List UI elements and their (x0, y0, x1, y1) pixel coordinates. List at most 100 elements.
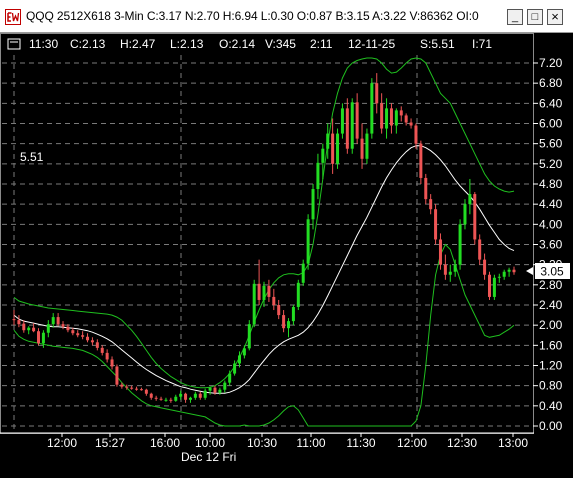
info-bar-time: 2:11 (310, 37, 333, 51)
info-open: O:2.14 (219, 37, 255, 51)
candle (424, 173, 428, 205)
candle (512, 266, 516, 275)
last-price-marker: 3.05 (526, 263, 570, 279)
candle (277, 299, 281, 320)
candle-body (218, 389, 222, 393)
candle (399, 106, 403, 122)
maximize-button[interactable]: □ (527, 9, 543, 25)
candle-body (100, 347, 104, 353)
candle (76, 330, 80, 338)
candle-body (213, 387, 217, 393)
candle-body (385, 108, 389, 129)
candle-body (27, 327, 31, 331)
candle (272, 288, 276, 311)
candle-body (17, 320, 21, 325)
candle-body (262, 285, 266, 300)
candle-body (12, 319, 16, 321)
candle (208, 386, 212, 395)
info-high: H:2.47 (120, 37, 156, 51)
candle (37, 328, 41, 346)
x-tick-label: 11:00 (296, 436, 325, 450)
candle (115, 364, 119, 387)
y-tick-label: 4.80 (539, 177, 563, 191)
candle-body (174, 396, 178, 401)
close-button[interactable]: × (547, 9, 563, 25)
candle (311, 184, 315, 230)
candle-body (389, 108, 393, 126)
y-tick-label: 6.40 (539, 96, 563, 110)
plot-border (0, 33, 534, 434)
candle-body (394, 110, 398, 126)
candles (12, 73, 516, 403)
candle (233, 360, 237, 376)
cursor-price-label: 5.51 (20, 150, 44, 164)
candle-body (110, 359, 114, 367)
candle-body (473, 194, 477, 240)
candle (17, 315, 21, 328)
candle-body (434, 209, 438, 240)
info-bar: 11:30 C:2.13 H:2.47 L:2.13 O:2.14 V:345 … (7, 37, 492, 51)
price-chart[interactable]: 11:30 C:2.13 H:2.47 L:2.13 O:2.14 V:345 … (0, 33, 573, 473)
candle (184, 392, 188, 403)
candle-body (468, 194, 472, 205)
candle (291, 305, 295, 326)
candle-body (336, 133, 340, 164)
candle-body (164, 399, 168, 401)
chart-area[interactable]: 11:30 C:2.13 H:2.47 L:2.13 O:2.14 V:345 … (0, 33, 573, 473)
candle (110, 356, 114, 370)
x-tick-label: 12:00 (47, 436, 77, 450)
info-strike: S:5.51 (420, 37, 455, 51)
candle (32, 323, 36, 333)
y-tick-label: 6.80 (539, 76, 563, 90)
candle-body (272, 296, 276, 305)
candle (336, 128, 340, 169)
candle-body (247, 324, 251, 349)
candle (370, 78, 374, 139)
x-date-label: Dec 12 Fri (181, 450, 236, 464)
y-tick-label: 0.00 (539, 419, 563, 433)
candle-body (296, 282, 300, 308)
title-bar[interactable]: QQQ 2512X618 3-Min C:3.17 N:2.70 H:6.94 … (0, 0, 573, 33)
candle-body (287, 321, 291, 329)
candle-body (350, 102, 354, 149)
x-tick-label: 11:30 (346, 436, 375, 450)
minimize-button[interactable]: _ (507, 9, 523, 25)
candle-body (120, 384, 124, 387)
candle (414, 123, 418, 149)
candle-body (139, 389, 143, 391)
last-price-arrow-icon (526, 267, 533, 275)
candle (502, 269, 506, 280)
candle (497, 273, 501, 283)
candle (385, 98, 389, 139)
candle (296, 279, 300, 311)
info-index: I:71 (472, 37, 492, 51)
candle-body (340, 108, 344, 134)
x-tick-label: 12:00 (397, 436, 427, 450)
y-tick-label: 6.00 (539, 117, 563, 131)
info-time: 11:30 (29, 37, 58, 51)
candle (316, 153, 320, 200)
candle (389, 103, 393, 134)
y-tick-label: 5.60 (539, 137, 563, 151)
band-lower (13, 243, 515, 427)
candle (507, 267, 511, 277)
candle (164, 397, 168, 402)
y-axis: 7.20 6.80 6.40 6.00 5.60 5.20 4.80 4.40 4.00 3.60… (533, 56, 563, 433)
candle-body (355, 102, 359, 139)
candle (198, 391, 202, 400)
candle (130, 385, 134, 390)
candle (46, 320, 50, 338)
candle-body (32, 327, 36, 332)
info-bar-icon (7, 38, 21, 50)
last-price-tag: 3.05 (540, 265, 564, 279)
candle (492, 274, 496, 300)
candle-body (223, 382, 227, 390)
x-tick-label: 10:30 (247, 436, 277, 450)
chart-window: QQQ 2512X618 3-Min C:3.17 N:2.70 H:6.94 … (0, 0, 573, 473)
candle-body (242, 348, 246, 356)
candle-body (282, 315, 286, 329)
candle (252, 279, 256, 328)
y-tick-label: 2.00 (539, 318, 563, 332)
candle-body (301, 263, 305, 283)
candle (71, 327, 75, 336)
